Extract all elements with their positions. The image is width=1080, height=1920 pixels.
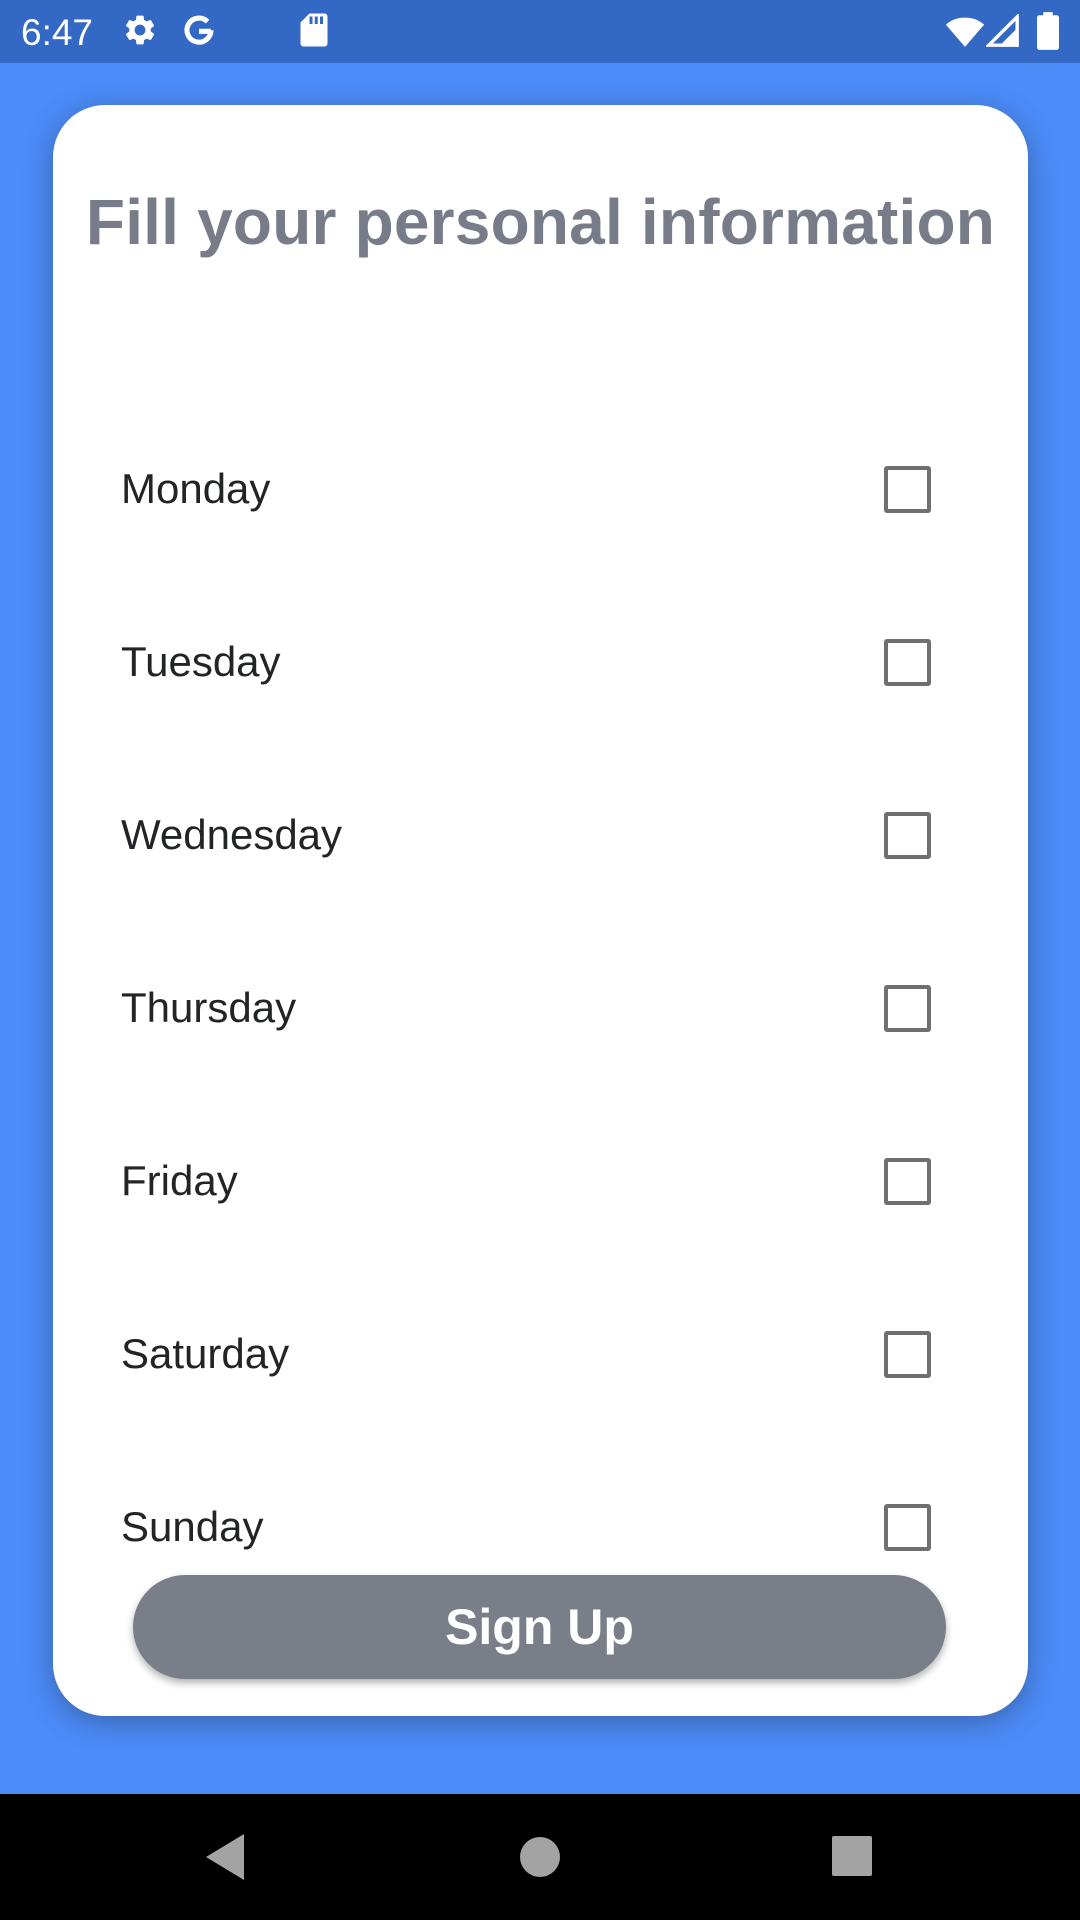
day-row-tuesday[interactable]: Tuesday xyxy=(53,602,1028,722)
thursday-checkbox[interactable] xyxy=(884,985,931,1032)
tuesday-checkbox[interactable] xyxy=(884,639,931,686)
page-title: Fill your personal information xyxy=(85,186,996,258)
battery-icon xyxy=(1037,12,1059,50)
google-icon xyxy=(184,15,214,45)
sunday-checkbox[interactable] xyxy=(884,1504,931,1551)
personal-info-card: Fill your personal information Monday Tu… xyxy=(53,105,1028,1716)
day-row-thursday[interactable]: Thursday xyxy=(53,948,1028,1068)
monday-checkbox[interactable] xyxy=(884,466,931,513)
day-label: Saturday xyxy=(121,1330,290,1377)
signal-icon xyxy=(986,14,1019,47)
sd-card-icon xyxy=(300,13,328,47)
navigation-bar xyxy=(0,1794,1080,1920)
friday-checkbox[interactable] xyxy=(884,1158,931,1205)
day-row-sunday[interactable]: Sunday xyxy=(53,1467,1028,1587)
day-row-saturday[interactable]: Saturday xyxy=(53,1294,1028,1414)
status-bar: 6:47 xyxy=(0,0,1080,63)
day-row-monday[interactable]: Monday xyxy=(53,429,1028,549)
day-row-friday[interactable]: Friday xyxy=(53,1121,1028,1241)
day-label: Sunday xyxy=(121,1503,264,1550)
day-label: Thursday xyxy=(121,984,297,1031)
saturday-checkbox[interactable] xyxy=(884,1331,931,1378)
home-icon[interactable] xyxy=(517,1834,563,1880)
day-label: Wednesday xyxy=(121,811,343,858)
day-label: Friday xyxy=(121,1157,238,1204)
status-time: 6:47 xyxy=(21,12,94,53)
back-icon[interactable] xyxy=(200,1830,250,1884)
day-label: Monday xyxy=(121,465,271,512)
recents-icon[interactable] xyxy=(830,1834,874,1878)
wifi-icon xyxy=(945,17,985,47)
wednesday-checkbox[interactable] xyxy=(884,812,931,859)
day-row-wednesday[interactable]: Wednesday xyxy=(53,775,1028,895)
sign-up-button[interactable]: Sign Up xyxy=(133,1575,946,1679)
day-label: Tuesday xyxy=(121,638,281,685)
gear-icon xyxy=(126,15,155,45)
